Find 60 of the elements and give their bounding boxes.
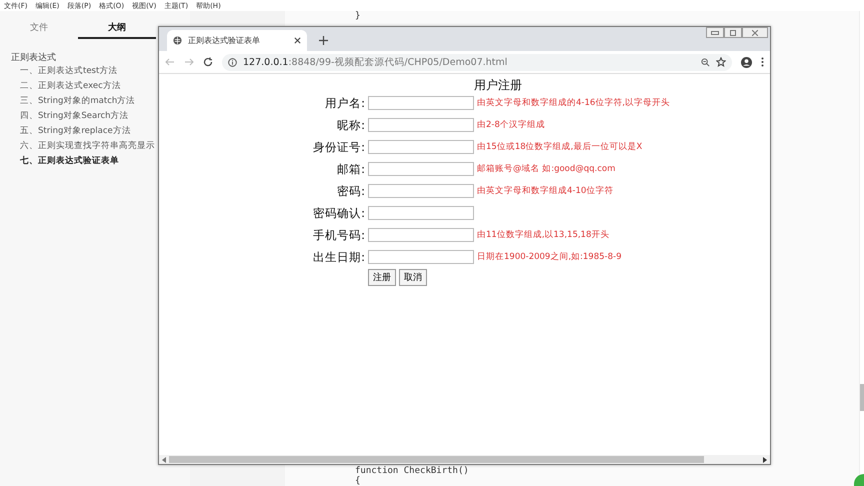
address-bar[interactable]: 127.0.0.1:8848/99-视频配套源代码/CHP05/Demo07.html	[222, 54, 732, 70]
field-label: 密码:	[336, 183, 365, 199]
field-hint: 邮箱账号@域名 如:good@qq.com	[477, 163, 616, 175]
plus-icon[interactable]	[319, 36, 328, 45]
scroll-left-icon[interactable]	[162, 456, 166, 462]
minimize-icon	[711, 30, 719, 34]
field-hint: 由英文字母和数字组成的4-16位字符,以字母开头	[477, 97, 671, 109]
sidebar-tab[interactable]: 大纲	[78, 17, 156, 39]
maximize-icon	[730, 30, 736, 36]
outline-item[interactable]: 正则表达式	[11, 51, 56, 64]
outline-item[interactable]: 五、String对象replace方法	[20, 124, 131, 139]
field-label: 身份证号:	[312, 139, 365, 155]
field-hint: 由15位或18位数字组成,最后一位可以是X	[477, 141, 644, 153]
scroll-right-icon[interactable]	[763, 456, 767, 462]
input-field[interactable]	[368, 118, 474, 132]
close-icon	[752, 30, 758, 36]
account-icon[interactable]	[741, 56, 752, 68]
field-label: 密码确认:	[312, 205, 365, 221]
outline-item[interactable]: 七、正则表达式验证表单	[20, 154, 119, 169]
code-line: }	[355, 11, 360, 21]
input-field[interactable]	[368, 96, 474, 110]
maximize-button[interactable]	[724, 27, 742, 38]
input-field[interactable]	[368, 250, 474, 264]
code-line: {	[355, 476, 362, 486]
input-field[interactable]	[368, 140, 474, 154]
outline-item[interactable]: 一、正则表达式test方法	[20, 64, 118, 79]
field-label: 手机号码:	[312, 227, 365, 243]
form-title: 用户注册	[474, 77, 523, 93]
field-hint: 日期在1900-2009之间,如:1985-8-9	[477, 251, 622, 263]
field-label: 出生日期:	[312, 249, 365, 265]
field-label: 邮箱:	[336, 161, 365, 177]
minimize-button[interactable]	[706, 27, 724, 38]
field-label: 昵称:	[336, 117, 365, 133]
field-hint: 由2-8个汉字组成	[477, 119, 546, 131]
field-label: 用户名:	[324, 95, 365, 111]
close-icon[interactable]	[294, 37, 301, 44]
globe-icon[interactable]	[173, 36, 182, 45]
outline-item[interactable]: 二、正则表达式exec方法	[20, 79, 121, 94]
input-field[interactable]	[368, 206, 474, 220]
code-line: function CheckBirth()	[355, 466, 469, 476]
field-hint: 由11位数字组成,以13,15,18开头	[477, 229, 610, 241]
zoom-icon[interactable]	[701, 58, 710, 66]
close-button[interactable]	[742, 27, 768, 38]
outline-item[interactable]: 三、String对象的match方法	[20, 94, 136, 109]
scrollbar-thumb[interactable]	[860, 384, 864, 411]
info-icon	[228, 58, 237, 66]
sidebar-tab[interactable]: 文件	[0, 17, 78, 39]
input-field[interactable]	[368, 184, 474, 198]
outline-item[interactable]: 六、正则实现查找字符串高亮显示	[20, 139, 155, 154]
form-button[interactable]: 注册	[368, 269, 396, 286]
menu-icon[interactable]	[761, 57, 764, 67]
star-icon[interactable]	[716, 57, 726, 67]
outline-item[interactable]: 四、String对象Search方法	[20, 109, 129, 124]
form-button[interactable]: 取消	[399, 269, 427, 286]
browser-tab[interactable]: 正则表达式验证表单	[167, 30, 307, 51]
input-field[interactable]	[368, 228, 474, 242]
reload-icon[interactable]	[203, 57, 213, 67]
horizontal-scrollbar[interactable]	[159, 455, 770, 464]
field-hint: 由英文字母和数字组成4-10位字符	[477, 185, 614, 197]
input-field[interactable]	[368, 162, 474, 176]
